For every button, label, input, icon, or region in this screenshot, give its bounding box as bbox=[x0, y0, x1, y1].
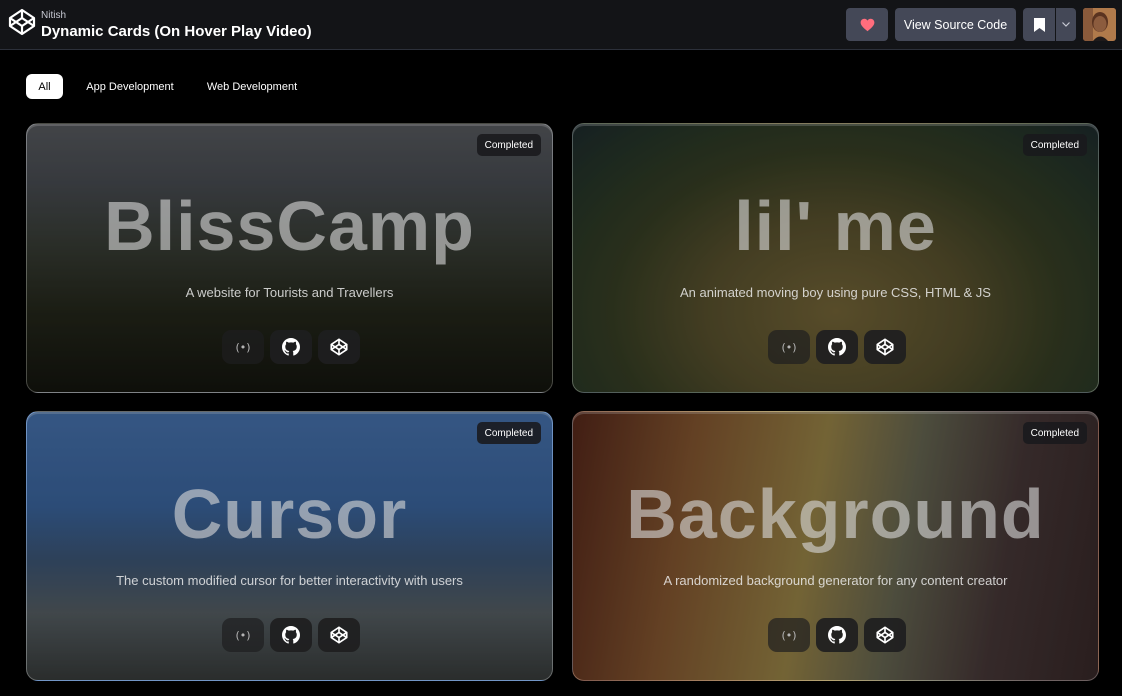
card-actions: (•) bbox=[768, 618, 906, 652]
codepen-icon[interactable] bbox=[864, 330, 906, 364]
bookmark-button[interactable] bbox=[1023, 8, 1055, 41]
filter-app-development[interactable]: App Development bbox=[78, 74, 182, 99]
card-actions: (•) bbox=[222, 330, 360, 364]
live-icon[interactable]: (•) bbox=[768, 330, 810, 364]
bookmark-icon bbox=[1033, 17, 1045, 32]
codepen-icon[interactable] bbox=[318, 618, 360, 652]
codepen-icon[interactable] bbox=[318, 330, 360, 364]
card-description: An animated moving boy using pure CSS, H… bbox=[680, 285, 991, 300]
status-badge: Completed bbox=[1022, 422, 1087, 444]
codepen-logo-icon[interactable] bbox=[8, 8, 36, 36]
project-card[interactable]: Completed BlissCamp A website for Touris… bbox=[26, 123, 553, 393]
live-icon[interactable]: (•) bbox=[768, 618, 810, 652]
heart-button[interactable] bbox=[846, 8, 888, 41]
view-source-button[interactable]: View Source Code bbox=[895, 8, 1016, 41]
card-title: Cursor bbox=[171, 475, 408, 553]
live-icon[interactable]: (•) bbox=[222, 330, 264, 364]
status-badge: Completed bbox=[476, 134, 541, 156]
status-badge: Completed bbox=[476, 422, 541, 444]
github-icon[interactable] bbox=[816, 330, 858, 364]
heart-icon bbox=[860, 18, 874, 31]
card-description: A randomized background generator for an… bbox=[663, 573, 1008, 588]
project-card[interactable]: Completed Background A randomized backgr… bbox=[572, 411, 1099, 681]
github-icon[interactable] bbox=[816, 618, 858, 652]
codepen-icon[interactable] bbox=[864, 618, 906, 652]
chevron-down-icon bbox=[1062, 22, 1070, 27]
top-bar: Nitish Dynamic Cards (On Hover Play Vide… bbox=[0, 0, 1122, 50]
live-icon[interactable]: (•) bbox=[222, 618, 264, 652]
project-card[interactable]: Completed lil' me An animated moving boy… bbox=[572, 123, 1099, 393]
card-title: lil' me bbox=[734, 187, 937, 265]
github-icon[interactable] bbox=[270, 330, 312, 364]
card-title: Background bbox=[626, 475, 1045, 553]
card-description: The custom modified cursor for better in… bbox=[116, 573, 463, 588]
filter-web-development[interactable]: Web Development bbox=[198, 74, 306, 99]
status-badge: Completed bbox=[1022, 134, 1087, 156]
card-actions: (•) bbox=[222, 618, 360, 652]
card-actions: (•) bbox=[768, 330, 906, 364]
pen-title: Dynamic Cards (On Hover Play Video) bbox=[41, 23, 312, 40]
project-card[interactable]: Completed Cursor The custom modified cur… bbox=[26, 411, 553, 681]
card-description: A website for Tourists and Travellers bbox=[185, 285, 394, 300]
bookmark-options-button[interactable] bbox=[1056, 8, 1076, 41]
user-avatar[interactable] bbox=[1083, 8, 1116, 41]
pen-author[interactable]: Nitish bbox=[41, 10, 66, 21]
filter-all[interactable]: All bbox=[26, 74, 63, 99]
card-title: BlissCamp bbox=[104, 187, 475, 265]
github-icon[interactable] bbox=[270, 618, 312, 652]
